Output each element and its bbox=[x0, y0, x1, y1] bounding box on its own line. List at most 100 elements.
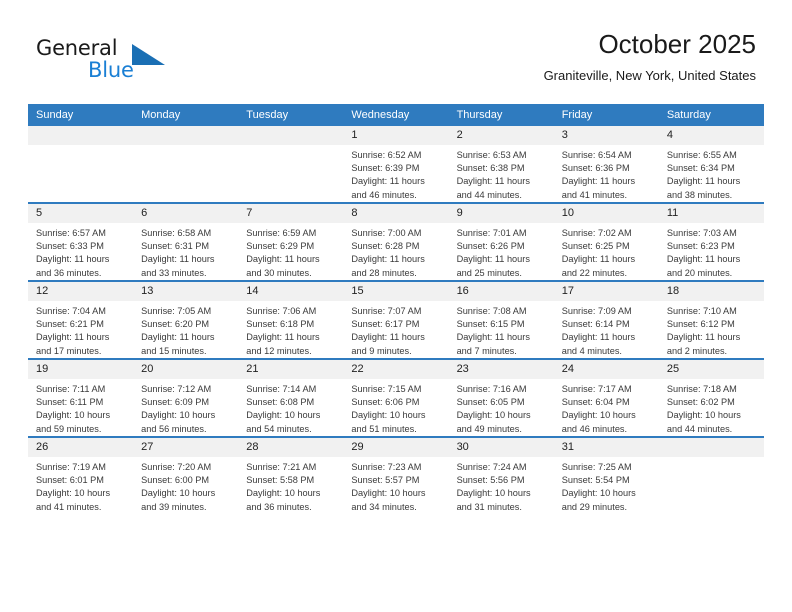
day-number: 19 bbox=[28, 360, 134, 379]
weekday-header-friday: Friday bbox=[553, 104, 659, 126]
day-details: Sunrise: 7:04 AM Sunset: 6:21 PM Daylight:… bbox=[28, 301, 133, 358]
day-cell[interactable]: 17 Sunrise: 7:09 AM Sunset: 6:14 PM Dayligh… bbox=[553, 280, 659, 359]
sunset-text: Sunset: 6:00 PM bbox=[141, 475, 210, 486]
day-cell[interactable]: 26 Sunrise: 7:19 AM Sunset: 6:01 PM Dayligh… bbox=[28, 436, 134, 514]
day-cell[interactable]: 21 Sunrise: 7:14 AM Sunset: 6:08 PM Dayligh… bbox=[238, 358, 344, 437]
day-details: Sunrise: 7:00 AM Sunset: 6:28 PM Daylight:… bbox=[343, 223, 448, 280]
day-number: 27 bbox=[133, 438, 239, 457]
sunrise-text: Sunrise: 7:23 AM bbox=[351, 462, 422, 472]
sunrise-text: Sunrise: 7:16 AM bbox=[456, 384, 527, 394]
sunrise-text: Sunrise: 6:53 AM bbox=[456, 150, 527, 160]
daylight-text: Daylight: 11 hours bbox=[141, 254, 215, 265]
logo-text-blue: Blue bbox=[88, 58, 134, 82]
sunset-text: Sunset: 6:17 PM bbox=[351, 319, 420, 330]
page-header: General Blue October 2025 Graniteville, … bbox=[0, 0, 792, 104]
day-cell[interactable]: 28 Sunrise: 7:21 AM Sunset: 5:58 PM Dayligh… bbox=[238, 436, 344, 514]
daylight-text: Daylight: 10 hours bbox=[36, 410, 111, 421]
daylight-text: Daylight: 11 hours bbox=[351, 332, 425, 343]
day-cell[interactable]: 16 Sunrise: 7:08 AM Sunset: 6:15 PM Dayligh… bbox=[448, 280, 554, 359]
day-cell[interactable]: 1 Sunrise: 6:52 AM Sunset: 6:39 PM Daylight… bbox=[343, 126, 449, 203]
day-number: 20 bbox=[133, 360, 239, 379]
day-details: Sunrise: 7:14 AM Sunset: 6:08 PM Daylight:… bbox=[238, 379, 343, 436]
daylight-text-cont: and 51 minutes. bbox=[351, 423, 417, 434]
day-cell[interactable]: 19 Sunrise: 7:11 AM Sunset: 6:11 PM Dayligh… bbox=[28, 358, 134, 437]
day-cell[interactable]: 27 Sunrise: 7:20 AM Sunset: 6:00 PM Dayligh… bbox=[133, 436, 239, 514]
daylight-text-cont: and 33 minutes. bbox=[141, 267, 207, 278]
day-number: 10 bbox=[553, 204, 659, 223]
day-cell[interactable]: 30 Sunrise: 7:24 AM Sunset: 5:56 PM Dayligh… bbox=[448, 436, 554, 514]
day-details: Sunrise: 6:58 AM Sunset: 6:31 PM Daylight:… bbox=[133, 223, 238, 280]
day-details: Sunrise: 7:02 AM Sunset: 6:25 PM Daylight:… bbox=[554, 223, 659, 280]
day-cell[interactable]: 2 Sunrise: 6:53 AM Sunset: 6:38 PM Daylight… bbox=[448, 126, 554, 203]
day-cell[interactable]: 3 Sunrise: 6:54 AM Sunset: 6:36 PM Daylight… bbox=[553, 126, 659, 203]
daylight-text-cont: and 15 minutes. bbox=[141, 345, 207, 356]
sunset-text: Sunset: 5:58 PM bbox=[246, 475, 315, 486]
day-cell[interactable]: 25 Sunrise: 7:18 AM Sunset: 6:02 PM Dayligh… bbox=[658, 358, 764, 437]
daylight-text: Daylight: 10 hours bbox=[246, 488, 321, 499]
daylight-text: Daylight: 11 hours bbox=[36, 332, 110, 343]
day-cell[interactable]: 14 Sunrise: 7:06 AM Sunset: 6:18 PM Dayligh… bbox=[238, 280, 344, 359]
day-cell[interactable]: 31 Sunrise: 7:25 AM Sunset: 5:54 PM Dayligh… bbox=[553, 436, 659, 514]
day-details: Sunrise: 7:07 AM Sunset: 6:17 PM Daylight:… bbox=[343, 301, 448, 358]
day-cell[interactable]: 7 Sunrise: 6:59 AM Sunset: 6:29 PM Daylight… bbox=[238, 202, 344, 281]
day-cell[interactable]: 9 Sunrise: 7:01 AM Sunset: 6:26 PM Daylight… bbox=[448, 202, 554, 281]
day-cell[interactable] bbox=[658, 436, 764, 514]
day-cell[interactable]: 13 Sunrise: 7:05 AM Sunset: 6:20 PM Dayligh… bbox=[133, 280, 239, 359]
sunrise-text: Sunrise: 6:57 AM bbox=[36, 228, 106, 238]
day-details: Sunrise: 6:55 AM Sunset: 6:34 PM Daylight:… bbox=[659, 145, 764, 202]
daylight-text-cont: and 44 minutes. bbox=[666, 423, 733, 434]
day-cell[interactable]: 12 Sunrise: 7:04 AM Sunset: 6:21 PM Dayligh… bbox=[28, 280, 134, 359]
sunrise-text: Sunrise: 7:24 AM bbox=[456, 462, 527, 472]
day-details: Sunrise: 6:57 AM Sunset: 6:33 PM Daylight:… bbox=[28, 223, 133, 280]
day-cell[interactable]: 5 Sunrise: 6:57 AM Sunset: 6:33 PM Daylight… bbox=[28, 202, 134, 281]
sunset-text: Sunset: 6:14 PM bbox=[561, 319, 630, 330]
daylight-text-cont: and 31 minutes. bbox=[456, 501, 522, 512]
day-cell[interactable]: 6 Sunrise: 6:58 AM Sunset: 6:31 PM Daylight… bbox=[133, 202, 239, 281]
day-cell[interactable] bbox=[238, 126, 344, 203]
sunset-text: Sunset: 6:05 PM bbox=[456, 397, 525, 408]
day-number: 31 bbox=[553, 438, 659, 457]
weekday-header-sunday: Sunday bbox=[28, 104, 134, 126]
daylight-text-cont: and 49 minutes. bbox=[456, 423, 522, 434]
sunset-text: Sunset: 6:11 PM bbox=[36, 397, 104, 408]
day-cell[interactable]: 23 Sunrise: 7:16 AM Sunset: 6:05 PM Dayligh… bbox=[448, 358, 554, 437]
sunrise-text: Sunrise: 6:52 AM bbox=[351, 150, 422, 160]
daylight-text: Daylight: 11 hours bbox=[666, 254, 741, 265]
sunrise-text: Sunrise: 7:17 AM bbox=[561, 384, 632, 394]
sunrise-text: Sunrise: 7:11 AM bbox=[36, 384, 106, 394]
calendar-week-row: 1 Sunrise: 6:52 AM Sunset: 6:39 PM Daylight… bbox=[28, 126, 764, 203]
day-cell[interactable] bbox=[133, 126, 239, 203]
day-details: Sunrise: 7:08 AM Sunset: 6:15 PM Daylight:… bbox=[449, 301, 554, 358]
sunset-text: Sunset: 6:39 PM bbox=[351, 163, 420, 174]
daylight-text: Daylight: 11 hours bbox=[456, 254, 530, 265]
day-cell[interactable] bbox=[28, 126, 134, 203]
day-cell[interactable]: 11 Sunrise: 7:03 AM Sunset: 6:23 PM Dayligh… bbox=[658, 202, 764, 281]
day-details: Sunrise: 7:15 AM Sunset: 6:06 PM Daylight:… bbox=[343, 379, 448, 436]
day-details: Sunrise: 7:10 AM Sunset: 6:12 PM Daylight:… bbox=[659, 301, 764, 358]
calendar-grid: Sunday Monday Tuesday Wednesday Thursday… bbox=[28, 104, 764, 514]
day-cell[interactable]: 8 Sunrise: 7:00 AM Sunset: 6:28 PM Daylight… bbox=[343, 202, 449, 281]
day-details: Sunrise: 7:01 AM Sunset: 6:26 PM Daylight:… bbox=[449, 223, 554, 280]
day-details bbox=[28, 145, 133, 149]
daylight-text: Daylight: 11 hours bbox=[666, 176, 741, 187]
daylight-text-cont: and 28 minutes. bbox=[351, 267, 417, 278]
daylight-text: Daylight: 11 hours bbox=[246, 332, 320, 343]
day-number: 6 bbox=[133, 204, 239, 223]
day-number bbox=[133, 126, 239, 145]
day-cell[interactable]: 20 Sunrise: 7:12 AM Sunset: 6:09 PM Dayligh… bbox=[133, 358, 239, 437]
day-number: 28 bbox=[238, 438, 344, 457]
day-cell[interactable]: 10 Sunrise: 7:02 AM Sunset: 6:25 PM Dayligh… bbox=[553, 202, 659, 281]
day-cell[interactable]: 18 Sunrise: 7:10 AM Sunset: 6:12 PM Dayligh… bbox=[658, 280, 764, 359]
daylight-text: Daylight: 10 hours bbox=[351, 488, 426, 499]
daylight-text: Daylight: 10 hours bbox=[141, 488, 216, 499]
sunset-text: Sunset: 6:21 PM bbox=[36, 319, 104, 330]
day-cell[interactable]: 24 Sunrise: 7:17 AM Sunset: 6:04 PM Dayligh… bbox=[553, 358, 659, 437]
day-cell[interactable]: 4 Sunrise: 6:55 AM Sunset: 6:34 PM Daylight… bbox=[658, 126, 764, 203]
day-cell[interactable]: 22 Sunrise: 7:15 AM Sunset: 6:06 PM Dayligh… bbox=[343, 358, 449, 437]
sunset-text: Sunset: 6:34 PM bbox=[666, 163, 735, 174]
daylight-text-cont: and 17 minutes. bbox=[36, 345, 102, 356]
day-cell[interactable]: 29 Sunrise: 7:23 AM Sunset: 5:57 PM Dayligh… bbox=[343, 436, 449, 514]
day-details: Sunrise: 7:09 AM Sunset: 6:14 PM Daylight:… bbox=[554, 301, 659, 358]
sunset-text: Sunset: 6:18 PM bbox=[246, 319, 315, 330]
day-cell[interactable]: 15 Sunrise: 7:07 AM Sunset: 6:17 PM Dayligh… bbox=[343, 280, 449, 359]
